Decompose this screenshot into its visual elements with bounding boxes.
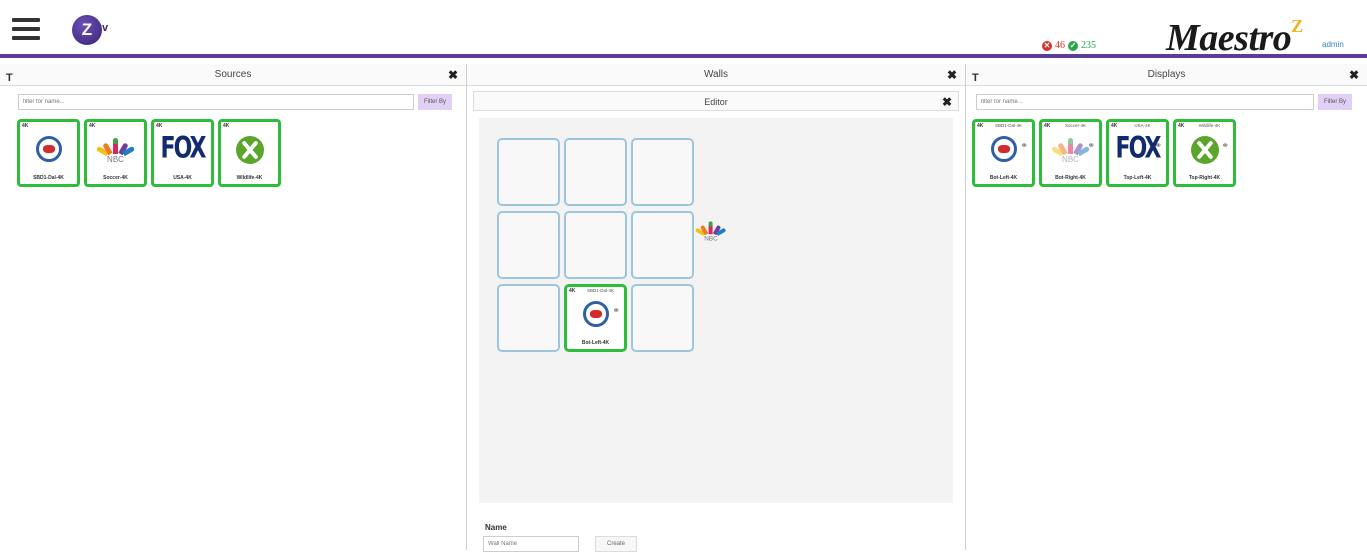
sources-tile-list: 4K SBD1-Dal-4K 4K NBC Soccer-4K 4K FOX U… xyxy=(17,119,281,187)
nfl-network-logo-icon xyxy=(35,136,62,162)
ok-check-icon: ✓ xyxy=(1068,40,1078,51)
error-icon: ✕ xyxy=(1042,40,1052,51)
close-icon[interactable]: ✖ xyxy=(1349,64,1359,86)
tile-label: Bot-Left-4K xyxy=(581,340,610,346)
wall-cell[interactable] xyxy=(631,284,694,352)
wall-cell[interactable] xyxy=(631,211,694,279)
wall-cell[interactable] xyxy=(497,284,560,352)
error-count: 46 xyxy=(1055,40,1065,51)
display-tile[interactable]: 4K USA-4K FOX ⚭ Top-Left-4K xyxy=(1106,119,1169,187)
tile-label: Top-Left-4K xyxy=(1123,175,1152,181)
editor-title: Editor xyxy=(704,97,728,107)
tile-label: USA-4K xyxy=(173,175,192,181)
fox-logo-icon: FOX xyxy=(160,131,207,166)
source-tile[interactable]: 4K Wildlife-4K xyxy=(218,119,281,187)
tile-label: Soccer-4K xyxy=(103,175,128,181)
filter-funnel-icon[interactable]: T xyxy=(6,67,13,89)
close-icon[interactable]: ✖ xyxy=(947,64,957,86)
source-tile[interactable]: 4K NBC Soccer-4K xyxy=(84,119,147,187)
link-icon: ⚭ xyxy=(1221,140,1229,150)
wall-name-label: Name xyxy=(485,523,507,532)
walls-panel: Walls ✖ Editor ✖ 4K SBD1-Dal-4K ⚭ Bot-Le… xyxy=(467,64,966,552)
status-summary[interactable]: ✕ 46 ✓ 235 xyxy=(1042,40,1096,51)
top-bar: Z v ✕ 46 ✓ 235 MaestroZ admin xyxy=(0,0,1367,60)
tile-badge: 4K xyxy=(1111,123,1118,129)
displays-filter-row: Filter By xyxy=(976,94,1353,110)
displays-panel: T Displays ✖ Filter By 4K SBD1-Dal-4K ⚭ … xyxy=(966,64,1367,550)
tile-badge: 4K xyxy=(1044,123,1051,129)
tile-badge: 4K xyxy=(977,123,984,129)
hamburger-menu-icon[interactable] xyxy=(12,18,40,40)
dragging-nbc-logo-icon[interactable]: NBC xyxy=(694,217,731,251)
editor-header: Editor ✖ xyxy=(473,91,959,111)
wall-cell[interactable] xyxy=(564,138,627,206)
display-tile[interactable]: 4K SBD1-Dal-4K ⚭ Bot-Left-4K xyxy=(972,119,1035,187)
displays-filter-input[interactable] xyxy=(976,94,1314,110)
walls-panel-header: Walls ✖ xyxy=(467,64,965,86)
source-tile[interactable]: 4K SBD1-Dal-4K xyxy=(17,119,80,187)
tile-badge: 4K xyxy=(156,123,163,129)
brand-name: Maestro xyxy=(1166,17,1292,59)
close-icon[interactable]: ✖ xyxy=(448,64,458,86)
link-icon: ⚭ xyxy=(1020,140,1028,150)
user-menu[interactable]: admin xyxy=(1322,40,1344,49)
tile-badge: 4K xyxy=(89,123,96,129)
tile-badge: 4K xyxy=(1178,123,1185,129)
displays-title: Displays xyxy=(1147,69,1186,80)
app-logo-suffix: v xyxy=(102,22,109,34)
source-tile[interactable]: 4K FOX USA-4K xyxy=(151,119,214,187)
sources-panel: T Sources ✖ Filter By 4K SBD1-Dal-4K 4K … xyxy=(0,64,467,550)
link-icon: ⚭ xyxy=(612,305,620,315)
tile-source-label: SBD1-Dal-4K xyxy=(994,123,1022,128)
sources-title: Sources xyxy=(214,69,252,80)
displays-tile-list: 4K SBD1-Dal-4K ⚭ Bot-Left-4K 4K Soccer-4… xyxy=(972,119,1236,187)
nbc-logo-icon: NBC xyxy=(95,136,135,164)
tile-label: Bot-Right-4K xyxy=(1055,175,1086,181)
tile-source-label: USA-4K xyxy=(1134,123,1151,128)
tile-label: SBD1-Dal-4K xyxy=(33,175,64,181)
tile-source-label: SBD1-Dal-4K xyxy=(586,288,614,293)
tile-label: Bot-Left-4K xyxy=(989,175,1018,181)
sources-panel-header: T Sources ✖ xyxy=(0,64,466,86)
ok-count: 235 xyxy=(1081,40,1096,51)
brand-logo: MaestroZ xyxy=(1166,16,1303,60)
tile-badge: 4K xyxy=(223,123,230,129)
walls-title: Walls xyxy=(703,69,729,80)
link-icon: ⚭ xyxy=(1154,140,1162,150)
tile-label: Top-Right-4K xyxy=(1188,175,1221,181)
sources-filter-input[interactable] xyxy=(18,94,414,110)
xbox-logo-icon xyxy=(1190,136,1219,164)
close-icon[interactable]: ✖ xyxy=(942,92,952,112)
wall-cell-assigned[interactable]: 4K SBD1-Dal-4K ⚭ Bot-Left-4K xyxy=(564,284,627,352)
fox-logo-icon: FOX xyxy=(1115,131,1162,166)
tile-label: Wildlife-4K xyxy=(236,175,263,181)
tile-source-label: Soccer-4K xyxy=(1064,123,1086,128)
wall-cell[interactable] xyxy=(564,211,627,279)
displays-panel-header: T Displays ✖ xyxy=(966,64,1367,86)
wall-cell[interactable] xyxy=(631,138,694,206)
brand-superscript: Z xyxy=(1291,16,1303,36)
nbc-logo-icon: NBC xyxy=(1050,136,1090,164)
filter-funnel-icon[interactable]: T xyxy=(972,67,979,89)
wall-editor-canvas[interactable]: 4K SBD1-Dal-4K ⚭ Bot-Left-4K NBC xyxy=(479,118,953,503)
tile-badge: 4K xyxy=(22,123,29,129)
sources-filter-row: Filter By xyxy=(18,94,453,110)
wall-cell[interactable] xyxy=(497,211,560,279)
nfl-network-logo-icon xyxy=(582,301,609,327)
sources-filter-button[interactable]: Filter By xyxy=(418,94,453,110)
wall-cell[interactable] xyxy=(497,138,560,206)
app-logo[interactable]: Z xyxy=(72,15,102,45)
display-tile[interactable]: 4K Soccer-4K NBC ⚭ Bot-Right-4K xyxy=(1039,119,1102,187)
xbox-logo-icon xyxy=(235,136,264,164)
tile-source-label: Wildlife-4K xyxy=(1198,123,1221,128)
nfl-network-logo-icon xyxy=(990,136,1017,162)
displays-filter-button[interactable]: Filter By xyxy=(1318,94,1353,110)
link-icon: ⚭ xyxy=(1087,140,1095,150)
display-tile[interactable]: 4K Wildlife-4K ⚭ Top-Right-4K xyxy=(1173,119,1236,187)
tile-badge: 4K xyxy=(569,288,576,294)
